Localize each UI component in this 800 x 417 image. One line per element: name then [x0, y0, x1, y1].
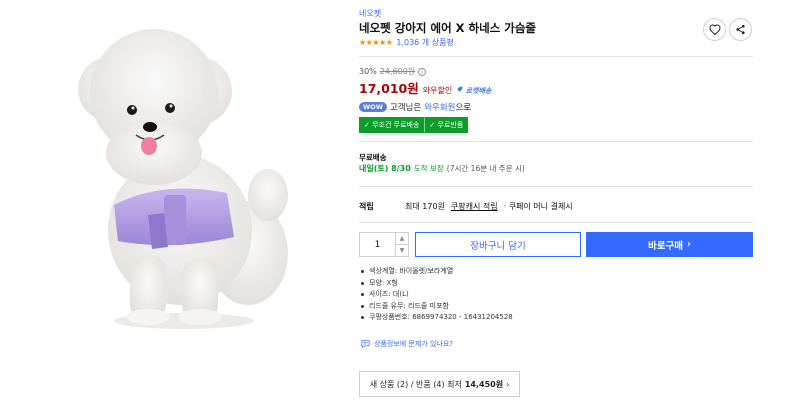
- chevron-up-icon[interactable]: ▲: [396, 233, 408, 244]
- rating-row: ★★★★★ 1,036 개 상품평: [359, 37, 454, 48]
- sale-price: 17,010원: [359, 81, 419, 96]
- wow-suffix: 으로: [455, 103, 472, 113]
- rocket-delivery-label: 로켓배송: [465, 87, 492, 95]
- review-count-link[interactable]: 1,036 개 상품평: [396, 37, 453, 48]
- chevron-down-icon[interactable]: ▼: [396, 244, 408, 256]
- rocket-delivery-badge: 로켓배송: [456, 86, 491, 96]
- attribute-item: 색상계열: 바이올렛/보라계열: [361, 266, 513, 278]
- cash-suffix: · 쿠페이 머니 결제시: [503, 202, 573, 211]
- heart-icon: [708, 24, 721, 35]
- quantity-steppers: ▲ ▼: [396, 233, 408, 256]
- divider: [359, 222, 753, 223]
- wishlist-button[interactable]: [703, 18, 726, 41]
- product-image: [78, 29, 288, 329]
- benefit-badges: ✓ 무조건 무료배송 ✓ 무료반품: [359, 117, 469, 133]
- other-sellers-button[interactable]: 새 상품 (2) / 반품 (4) 최저 14,450원 ›: [359, 371, 520, 397]
- shipping-date: 내일(토) 8/30: [359, 164, 411, 173]
- shipping-row: 내일(토) 8/30 도착 보장 (7시간 16분 내 주문 시): [359, 163, 525, 174]
- share-button[interactable]: [729, 18, 752, 41]
- attribute-item: 모양: X형: [361, 278, 513, 290]
- wow-badge: WOW: [359, 102, 387, 112]
- shipping-title: 무료배송: [359, 153, 387, 162]
- brand-link[interactable]: 네오펫: [359, 8, 381, 19]
- original-price: 24,600원: [379, 67, 416, 76]
- cash-label: 적립: [359, 202, 374, 211]
- star-rating-icon: ★★★★★: [359, 38, 393, 47]
- free-shipping-badge: ✓ 무조건 무료배송: [359, 117, 425, 133]
- coupang-cash-link[interactable]: 쿠팡캐시 적립: [451, 201, 498, 212]
- attribute-item: 쿠팡상품번호: 6869974320 - 16431204528: [361, 312, 513, 324]
- comment-icon: [361, 340, 370, 348]
- other-sellers-price: 14,450원: [464, 379, 504, 389]
- add-to-cart-button[interactable]: 장바구니 담기: [415, 232, 581, 257]
- free-return-badge: ✓ 무료반품: [424, 117, 469, 133]
- cash-row: 적립 최대 170원 쿠팡캐시 적립 · 쿠페이 머니 결제시: [359, 201, 573, 212]
- price-row: 17,010원 와우할인 로켓배송: [359, 78, 491, 97]
- free-return-label: 무료반품: [437, 121, 464, 129]
- free-shipping-label: 무조건 무료배송: [372, 121, 420, 129]
- wow-member-link[interactable]: 와우회원: [424, 101, 455, 113]
- shipping-note: (7시간 16분 내 주문 시): [446, 164, 525, 173]
- divider: [359, 186, 753, 187]
- share-icon: [736, 24, 745, 35]
- buy-now-label: 바로구매: [648, 240, 684, 252]
- rocket-icon: [456, 86, 463, 93]
- report-problem-link[interactable]: 상품정보에 문제가 있나요?: [361, 339, 453, 349]
- attribute-item: 리드줄 유무: 리드줄 미포함: [361, 301, 513, 313]
- report-problem-label: 상품정보에 문제가 있나요?: [374, 340, 454, 348]
- other-sellers-text: 새 상품 (2) / 반품 (4) 최저: [369, 379, 462, 389]
- product-attributes: 색상계열: 바이올렛/보라계열 모양: X형 사이즈: 대(L) 리드줄 유무:…: [361, 266, 513, 324]
- chevron-right-icon: ›: [506, 379, 510, 389]
- wow-member-row: WOW 고객님은 와우회원 으로: [359, 101, 471, 113]
- discount-row: 30% 24,600원 i: [359, 66, 427, 77]
- attribute-item: 사이즈: 대(L): [361, 289, 513, 301]
- info-icon[interactable]: i: [418, 67, 427, 76]
- discount-rate: 30%: [359, 67, 377, 76]
- buy-now-button[interactable]: 바로구매 ›: [586, 232, 753, 257]
- quantity-input[interactable]: 1: [360, 233, 396, 256]
- wow-prefix: 고객님은: [389, 103, 422, 113]
- shipping-guarantee: 도착 보장: [413, 164, 444, 173]
- product-title: 네오펫 강아지 에어 X 하네스 가슴줄: [359, 21, 537, 35]
- divider: [359, 56, 753, 57]
- cash-prefix: 최대 170원: [405, 202, 445, 211]
- divider: [359, 141, 753, 142]
- chevron-right-icon: ›: [687, 239, 691, 250]
- quantity-stepper: 1 ▲ ▼: [359, 232, 409, 257]
- sale-label: 와우할인: [422, 86, 453, 95]
